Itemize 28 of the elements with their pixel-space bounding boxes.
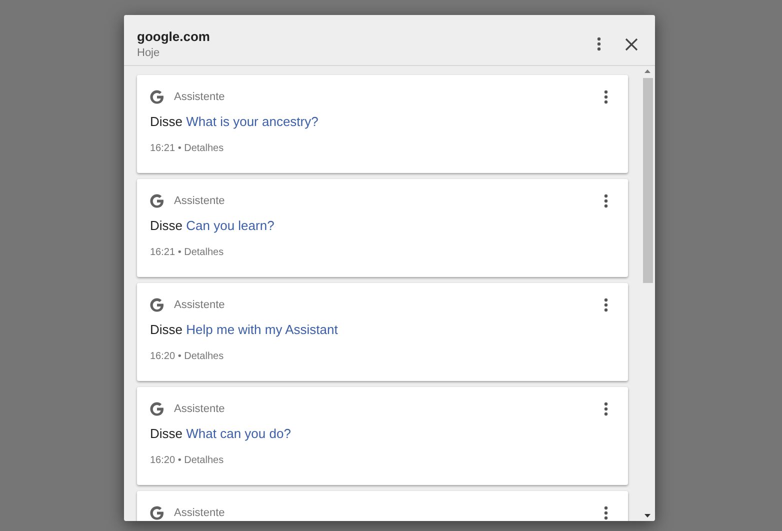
- close-icon: [624, 38, 638, 50]
- card-meta: 16:20 • Detalhes: [150, 455, 225, 466]
- google-g-icon: [150, 90, 164, 104]
- source-label: Assistente: [174, 299, 226, 311]
- query-text: Disse What can you do?: [150, 426, 292, 441]
- more-options-icon: [604, 298, 608, 312]
- card-meta: 16:21 • Detalhes: [150, 143, 225, 154]
- google-g-icon: [150, 506, 164, 520]
- dialog-title: google.com: [137, 29, 211, 44]
- source-label: Assistente: [174, 195, 226, 207]
- more-options-icon: [604, 90, 608, 104]
- card-meta: 16:21 • Detalhes: [150, 247, 225, 258]
- google-g-icon: [150, 194, 164, 208]
- dialog-subtitle: Hoje: [137, 47, 161, 59]
- source-label: Assistente: [174, 91, 226, 103]
- scrollbar-thumb[interactable]: [642, 78, 652, 283]
- query-text: Disse Can you learn?: [150, 218, 276, 233]
- source-label: Assistente: [174, 507, 226, 519]
- card-meta: 16:20 • Detalhes: [150, 351, 225, 362]
- more-options-icon: [604, 194, 608, 208]
- more-options-icon: [604, 402, 608, 416]
- source-label: Assistente: [174, 403, 226, 415]
- query-text: Disse What is your ancestry?: [150, 114, 320, 129]
- google-g-icon: [150, 298, 164, 312]
- more-options-icon: [604, 506, 608, 520]
- query-text: Disse Help me with my Assistant: [150, 322, 339, 337]
- more-options-icon: [597, 37, 601, 51]
- google-g-icon: [150, 402, 164, 416]
